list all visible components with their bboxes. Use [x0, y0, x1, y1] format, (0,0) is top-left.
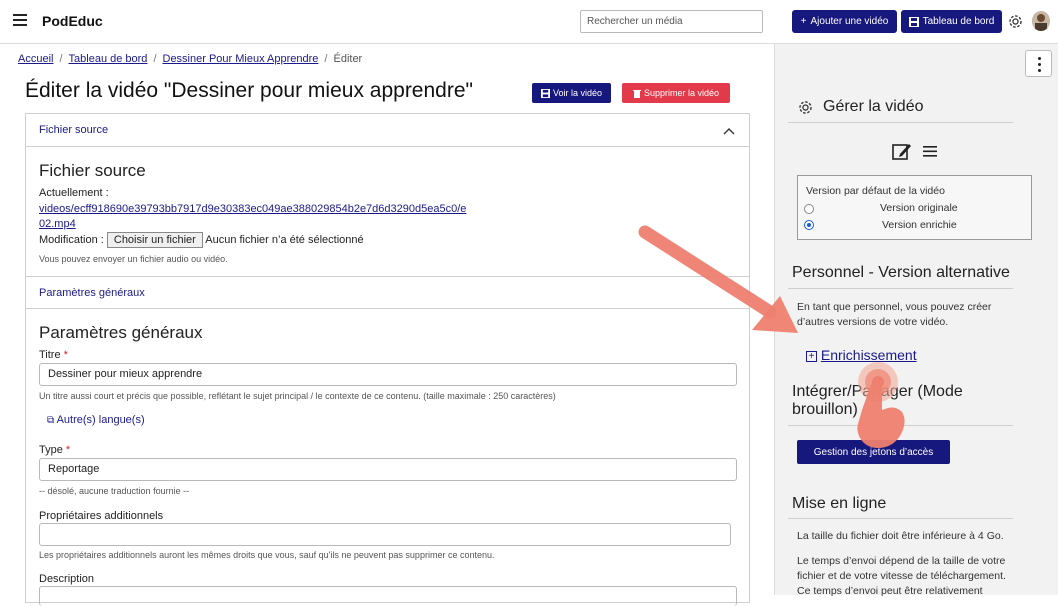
owners-help: Les propriétaires additionnels auront le… [39, 550, 495, 560]
radio-enriched[interactable] [804, 220, 814, 230]
source-heading: Fichier source [39, 161, 146, 180]
title-label: Titre * [39, 349, 68, 361]
breadcrumb: Accueil / Tableau de bord / Dessiner Pour Mi… [18, 53, 363, 65]
choose-file-button[interactable]: Choisir un fichier [106, 232, 203, 248]
source-help: Vous pouvez envoyer un fichier audio ou … [39, 254, 228, 264]
type-select[interactable]: Reportage [39, 458, 737, 481]
version-title: Version par défaut de la vidéo [806, 185, 945, 197]
section-toggle-general[interactable]: Paramètres généraux [26, 276, 749, 309]
divider [788, 288, 1013, 289]
edit-icon[interactable] [892, 142, 912, 161]
manage-video-heading: Gérer la vidéo [823, 98, 924, 115]
top-navbar: PodEduc + Ajouter une vidéo Tableau de b… [0, 0, 1058, 44]
translate-icon: ⧉ [47, 415, 55, 426]
radio-original[interactable] [804, 204, 814, 214]
brand-logo[interactable]: PodEduc [42, 13, 103, 29]
no-file-text: Aucun fichier n’a été sélectionné [205, 234, 364, 246]
trash-icon [632, 89, 641, 98]
description-label: Description [39, 573, 95, 585]
staff-heading: Personnel - Version alternative [792, 264, 1010, 281]
current-file-link[interactable]: videos/ecff918690e39793bb7917d9e30383ec0… [39, 203, 466, 215]
title-input[interactable]: Dessiner pour mieux apprendre [39, 363, 737, 386]
upload-heading: Mise en ligne [792, 495, 887, 512]
title-help: Un titre aussi court et précis que possi… [39, 391, 556, 401]
general-heading: Paramètres généraux [39, 323, 203, 342]
film-icon [908, 16, 919, 27]
breadcrumb-home[interactable]: Accueil [18, 53, 53, 65]
default-version-box: Version par défaut de la vidéo Version o… [797, 175, 1032, 240]
plus-square-icon: + [806, 351, 817, 362]
upload-text-2: Le temps d’envoi dépend de la taille de … [797, 555, 1006, 567]
plus-icon: + [800, 16, 807, 27]
other-language-link[interactable]: ⧉ Autre(s) langue(s) [47, 414, 145, 426]
current-file-link-end[interactable]: 02.mp4 [39, 218, 76, 230]
breadcrumb-current: Éditer [333, 53, 363, 65]
breadcrumb-video[interactable]: Dessiner Pour Mieux Apprendre [163, 53, 319, 65]
list-icon[interactable] [922, 144, 938, 158]
view-video-button[interactable]: Voir la vidéo [532, 83, 611, 103]
version-enriched-label[interactable]: Version enrichie [882, 218, 957, 233]
version-original-label[interactable]: Version originale [880, 201, 958, 216]
breadcrumb-dashboard[interactable]: Tableau de bord [69, 53, 148, 65]
menu-icon[interactable] [13, 14, 27, 26]
owners-input[interactable] [39, 523, 731, 546]
edit-form: Fichier source Fichier source Actuelleme… [25, 113, 750, 606]
type-label: Type * [39, 444, 71, 456]
divider [788, 122, 1013, 123]
current-file-label: Actuellement : [39, 187, 109, 199]
add-video-button[interactable]: + Ajouter une vidéo [792, 10, 897, 33]
section-toggle-source[interactable]: Fichier source [26, 114, 749, 147]
staff-text-1: En tant que personnel, vous pouvez créer [797, 301, 992, 313]
chevron-up-icon[interactable] [723, 125, 735, 137]
gear-icon [799, 101, 812, 114]
avatar[interactable] [1032, 11, 1050, 31]
upload-text-1: La taille du fichier doit être inférieur… [797, 530, 1004, 542]
delete-video-button[interactable]: Supprimer la vidéo [622, 83, 730, 103]
upload-text-3: fichier et de votre vitesse de télécharg… [797, 570, 1006, 582]
owners-label: Propriétaires additionnels [39, 510, 164, 522]
divider [788, 518, 1013, 519]
modification-row: Modification : Choisir un fichier Aucun … [39, 232, 364, 248]
search-input[interactable] [580, 10, 763, 33]
more-options-button[interactable] [1025, 50, 1052, 77]
type-help: -- désolé, aucune traduction fournie -- [39, 486, 190, 496]
upload-text-4: Ce temps d’envoi peut être relativement [797, 585, 983, 597]
description-editor[interactable] [39, 586, 737, 606]
page-title: Éditer la vidéo "Dessiner pour mieux app… [25, 79, 473, 102]
tap-hand-icon [857, 362, 905, 448]
film-icon [540, 88, 550, 98]
staff-text-2: d’autres versions de votre vidéo. [797, 316, 949, 328]
gear-icon[interactable] [1007, 13, 1024, 30]
dashboard-button[interactable]: Tableau de bord [901, 10, 1002, 33]
